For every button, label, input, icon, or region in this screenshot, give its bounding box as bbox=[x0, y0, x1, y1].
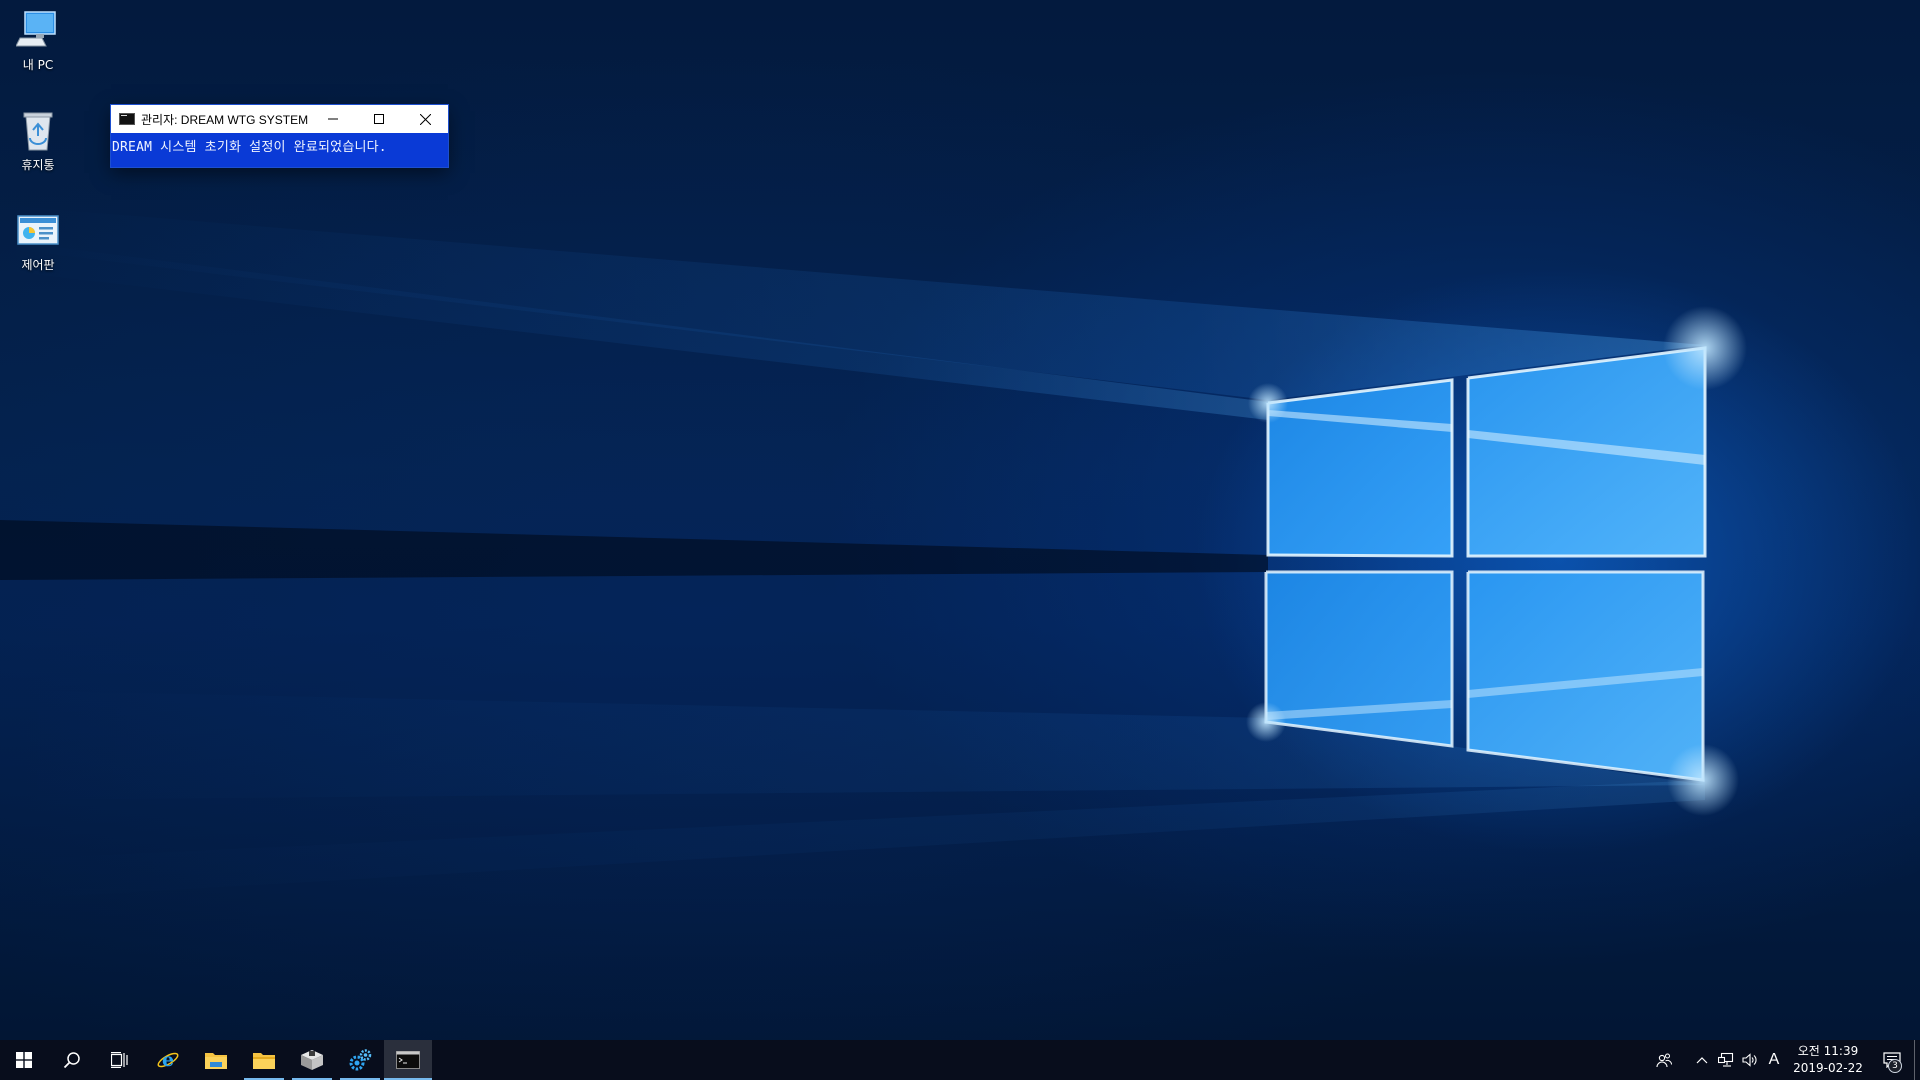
console-titlebar[interactable]: 관리자: DREAM WTG SYSTEM bbox=[111, 105, 448, 133]
command-prompt-icon bbox=[396, 1051, 420, 1069]
clock[interactable]: 오전 11:39 2019-02-22 bbox=[1786, 1040, 1870, 1080]
taskbar-app-file-explorer-running[interactable] bbox=[240, 1040, 288, 1080]
close-icon bbox=[419, 113, 431, 125]
this-pc-icon bbox=[16, 8, 60, 52]
taskbar-app-settings[interactable] bbox=[336, 1040, 384, 1080]
people-icon bbox=[1656, 1053, 1672, 1068]
recycle-bin-icon bbox=[16, 108, 60, 152]
action-center-button[interactable]: 3 bbox=[1870, 1040, 1914, 1080]
search-button[interactable] bbox=[48, 1040, 96, 1080]
desktop-icon-label: 내 PC bbox=[22, 58, 54, 72]
file-explorer-icon bbox=[205, 1053, 227, 1069]
taskbar-app-package-installer[interactable] bbox=[288, 1040, 336, 1080]
desktop-icon-label: 휴지통 bbox=[21, 158, 55, 172]
maximize-icon bbox=[374, 114, 384, 124]
taskbar-app-file-explorer[interactable] bbox=[192, 1040, 240, 1080]
show-desktop-button[interactable] bbox=[1914, 1040, 1920, 1080]
desktop-icon-label: 제어판 bbox=[21, 258, 55, 272]
windows-start-icon bbox=[16, 1052, 32, 1068]
desktop-icon-control-panel[interactable]: 제어판 bbox=[4, 208, 72, 273]
taskbar-app-internet-explorer[interactable]: e bbox=[144, 1040, 192, 1080]
close-button[interactable] bbox=[402, 105, 448, 133]
chevron-up-icon bbox=[1696, 1057, 1708, 1064]
network-button[interactable] bbox=[1714, 1040, 1738, 1080]
task-view-button[interactable] bbox=[96, 1040, 144, 1080]
desktop-icon-this-pc[interactable]: 내 PC bbox=[4, 8, 72, 73]
command-prompt-icon bbox=[119, 113, 135, 125]
task-view-icon bbox=[111, 1052, 128, 1068]
volume-button[interactable] bbox=[1738, 1040, 1762, 1080]
svg-text:e: e bbox=[162, 1049, 174, 1071]
search-icon bbox=[63, 1052, 80, 1069]
network-icon bbox=[1718, 1052, 1734, 1067]
internet-explorer-icon: e bbox=[157, 1049, 179, 1071]
input-method-indicator[interactable]: A bbox=[1762, 1040, 1786, 1080]
clock-date: 2019-02-22 bbox=[1793, 1061, 1863, 1075]
notification-count-badge: 3 bbox=[1888, 1059, 1902, 1073]
taskbar: e A 오전 11:39 2019-02-22 3 bbox=[0, 1040, 1920, 1080]
package-installer-icon bbox=[301, 1050, 323, 1070]
file-explorer-icon bbox=[253, 1053, 275, 1069]
settings-gears-icon bbox=[349, 1049, 372, 1071]
control-panel-icon bbox=[16, 208, 60, 252]
minimize-button[interactable] bbox=[310, 105, 356, 133]
system-tray: A 오전 11:39 2019-02-22 3 bbox=[1652, 1040, 1920, 1080]
people-button[interactable] bbox=[1652, 1040, 1676, 1080]
taskbar-app-command-prompt[interactable] bbox=[384, 1040, 432, 1080]
clock-time: 오전 11:39 bbox=[1797, 1044, 1859, 1058]
start-button[interactable] bbox=[0, 1040, 48, 1080]
window-title: 관리자: DREAM WTG SYSTEM bbox=[141, 112, 309, 127]
show-hidden-icons-button[interactable] bbox=[1690, 1040, 1714, 1080]
window-controls bbox=[310, 105, 448, 133]
desktop-icon-recycle-bin[interactable]: 휴지통 bbox=[4, 108, 72, 173]
volume-icon bbox=[1742, 1053, 1757, 1067]
console-output: DREAM 시스템 초기화 설정이 완료되었습니다. bbox=[112, 140, 387, 155]
maximize-button[interactable] bbox=[356, 105, 402, 133]
minimize-icon bbox=[328, 118, 338, 120]
console-window[interactable]: 관리자: DREAM WTG SYSTEM DREAM 시스템 초기화 설정이 … bbox=[111, 105, 448, 167]
